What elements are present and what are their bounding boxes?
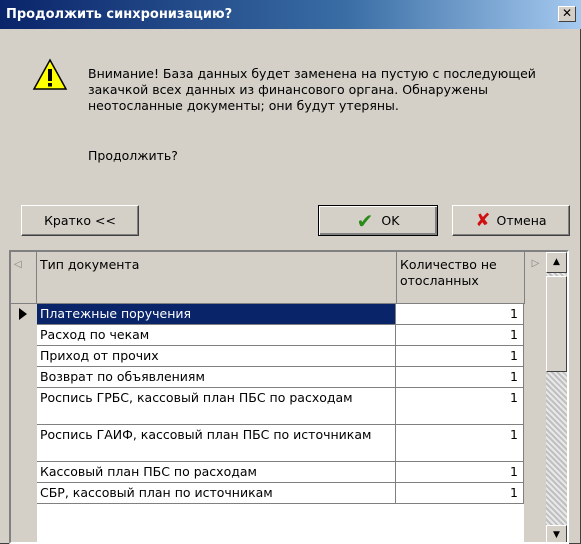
confirm-question: Продолжить? xyxy=(88,148,178,163)
document-type-cell[interactable]: Приход от прочих xyxy=(37,346,396,366)
column-header-type[interactable]: Тип документа xyxy=(37,252,397,304)
unsent-count-cell[interactable]: 1 xyxy=(396,304,524,324)
unsent-count-cell[interactable]: 1 xyxy=(396,388,524,424)
grid-gutter xyxy=(524,304,546,542)
table-row[interactable]: Роспись ГАИФ, кассовый план ПБС по источ… xyxy=(37,425,524,462)
table-row[interactable]: Платежные поручения 1 xyxy=(37,304,524,325)
row-indicator-column xyxy=(11,304,37,542)
scroll-down-button[interactable]: ▼ xyxy=(546,525,567,542)
unsent-count-cell[interactable]: 1 xyxy=(396,346,524,366)
table-row[interactable]: Возврат по объявлениям 1 xyxy=(37,367,524,388)
unsent-count-cell[interactable]: 1 xyxy=(396,325,524,345)
row-pointer-icon xyxy=(19,308,27,320)
document-type-cell[interactable]: Роспись ГАИФ, кассовый план ПБС по источ… xyxy=(37,425,396,461)
grid-scroll-left-icon[interactable]: ◁ xyxy=(11,252,37,304)
column-header-count[interactable]: Количество не отосланных xyxy=(397,252,525,304)
dialog-title: Продолжить синхронизацию? xyxy=(6,7,233,22)
table-row[interactable]: Расход по чекам 1 xyxy=(37,325,524,346)
document-type-cell[interactable]: Платежные поручения xyxy=(37,304,396,324)
table-row[interactable]: СБР, кассовый план по источникам 1 xyxy=(37,483,524,504)
short-view-button[interactable]: Кратко << xyxy=(21,205,139,236)
unsent-count-cell[interactable]: 1 xyxy=(396,462,524,482)
warning-message: Внимание! База данных будет заменена на … xyxy=(88,66,536,113)
unsent-count-cell[interactable]: 1 xyxy=(396,367,524,387)
vertical-scrollbar[interactable]: ▲ ▼ xyxy=(546,252,567,542)
cancel-button[interactable]: ✘ Отмена xyxy=(452,205,570,236)
ok-button[interactable]: ✔ OK xyxy=(318,205,438,236)
document-type-cell[interactable]: Кассовый план ПБС по расходам xyxy=(37,462,396,482)
document-type-cell[interactable]: Роспись ГРБС, кассовый план ПБС по расхо… xyxy=(37,388,396,424)
table-row[interactable]: Приход от прочих 1 xyxy=(37,346,524,367)
document-type-cell[interactable]: Расход по чекам xyxy=(37,325,396,345)
title-bar[interactable]: Продолжить синхронизацию? ✕ xyxy=(0,0,581,29)
unsent-count-cell[interactable]: 1 xyxy=(396,483,524,503)
warning-icon xyxy=(32,58,68,95)
close-button[interactable]: ✕ xyxy=(558,6,576,22)
close-icon: ✕ xyxy=(561,6,573,20)
ok-label: OK xyxy=(381,213,400,228)
scroll-thumb[interactable] xyxy=(546,276,567,372)
document-type-cell[interactable]: Возврат по объявлениям xyxy=(37,367,396,387)
table-row[interactable]: Кассовый план ПБС по расходам 1 xyxy=(37,462,524,483)
unsent-count-cell[interactable]: 1 xyxy=(396,425,524,461)
cross-icon: ✘ xyxy=(475,210,491,231)
short-view-label: Кратко << xyxy=(44,213,116,228)
scroll-up-button[interactable]: ▲ xyxy=(546,252,567,273)
table-row[interactable]: Роспись ГРБС, кассовый план ПБС по расхо… xyxy=(37,388,524,425)
document-type-cell[interactable]: СБР, кассовый план по источникам xyxy=(37,483,396,503)
documents-grid[interactable]: ◁ Тип документа Количество не отосланных… xyxy=(9,250,569,544)
dialog-window: Продолжить синхронизацию? ✕ Внимание! Ба… xyxy=(0,0,581,544)
cancel-label: Отмена xyxy=(496,213,547,228)
check-icon: ✔ xyxy=(356,208,374,233)
grid-scroll-right-icon[interactable]: ▷ xyxy=(524,252,546,304)
